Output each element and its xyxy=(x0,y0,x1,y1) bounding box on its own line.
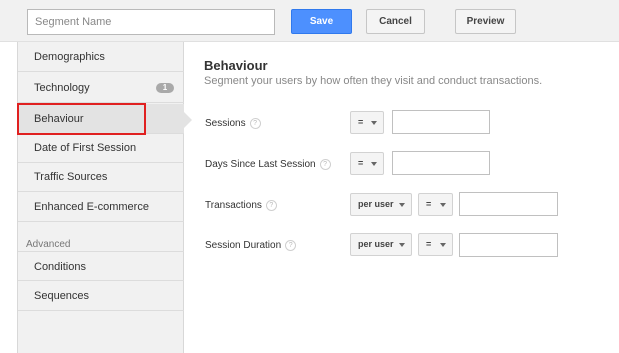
operator-value: = xyxy=(426,239,432,249)
count-badge: 1 xyxy=(156,83,174,93)
operator-value: = xyxy=(358,117,364,127)
sidebar-item-date-of-first-session[interactable]: Date of First Session xyxy=(18,133,184,163)
session-duration-value-input[interactable] xyxy=(459,233,558,257)
days-since-last-session-value-input[interactable] xyxy=(392,151,490,175)
session-duration-operator-select[interactable]: = xyxy=(418,233,453,256)
active-item-pointer xyxy=(184,112,192,128)
segment-name-input[interactable] xyxy=(27,9,275,35)
sidebar-item-label: Sequences xyxy=(34,290,90,302)
preview-button[interactable]: Preview xyxy=(455,9,516,34)
cancel-button[interactable]: Cancel xyxy=(366,9,425,34)
row-label-text: Sessions xyxy=(205,118,246,130)
sidebar-item-conditions[interactable]: Conditions xyxy=(18,251,184,281)
chevron-down-icon xyxy=(399,203,405,207)
sidebar-item-label: Date of First Session xyxy=(34,142,137,154)
sessions-label: Sessions? xyxy=(205,118,261,129)
sidebar-item-label: Behaviour xyxy=(34,113,84,125)
sidebar-item-technology[interactable]: Technology 1 xyxy=(18,73,184,103)
chevron-down-icon xyxy=(440,203,446,207)
sidebar-item-label: Traffic Sources xyxy=(34,171,108,183)
chevron-down-icon xyxy=(440,243,446,247)
category-sidebar: Demographics Technology 1 Behaviour Date … xyxy=(17,42,184,353)
sidebar-item-demographics[interactable]: Demographics xyxy=(18,42,184,72)
scope-value: per user xyxy=(358,239,394,249)
sidebar-item-enhanced-ecommerce[interactable]: Enhanced E-commerce xyxy=(18,192,184,222)
transactions-label: Transactions? xyxy=(205,200,277,211)
page-subtitle: Segment your users by how often they vis… xyxy=(204,75,543,87)
help-icon[interactable]: ? xyxy=(319,159,331,170)
operator-value: = xyxy=(358,158,364,168)
help-icon[interactable]: ? xyxy=(249,118,261,129)
session-duration-label: Session Duration? xyxy=(205,240,297,252)
help-icon[interactable]: ? xyxy=(265,200,277,211)
sessions-value-input[interactable] xyxy=(392,110,490,134)
sidebar-item-sequences[interactable]: Sequences xyxy=(18,281,184,311)
sidebar-item-behaviour[interactable]: Behaviour xyxy=(18,104,184,134)
sidebar-item-label: Conditions xyxy=(34,261,86,273)
advanced-section-label: Advanced xyxy=(26,239,71,250)
row-label-text: Transactions xyxy=(205,200,262,212)
chevron-down-icon xyxy=(371,121,377,125)
save-button[interactable]: Save xyxy=(291,9,352,34)
transactions-scope-select[interactable]: per user xyxy=(350,193,412,216)
row-label-text: Days Since Last Session xyxy=(205,159,316,171)
chevron-down-icon xyxy=(371,162,377,166)
sidebar-item-label: Enhanced E-commerce xyxy=(34,201,149,213)
operator-value: = xyxy=(426,199,432,209)
page-title: Behaviour xyxy=(204,58,268,73)
sidebar-item-label: Technology xyxy=(34,82,90,94)
sessions-operator-select[interactable]: = xyxy=(350,111,384,134)
row-label-text: Session Duration xyxy=(205,240,282,252)
sidebar-item-label: Demographics xyxy=(34,51,105,63)
days-since-last-session-operator-select[interactable]: = xyxy=(350,152,384,175)
sidebar-item-traffic-sources[interactable]: Traffic Sources xyxy=(18,162,184,192)
session-duration-scope-select[interactable]: per user xyxy=(350,233,412,256)
chevron-down-icon xyxy=(399,243,405,247)
days-since-last-session-label: Days Since Last Session? xyxy=(205,159,331,170)
segment-toolbar: Save Cancel Preview xyxy=(0,0,619,42)
transactions-operator-select[interactable]: = xyxy=(418,193,453,216)
transactions-value-input[interactable] xyxy=(459,192,558,216)
help-icon[interactable]: ? xyxy=(285,240,297,251)
scope-value: per user xyxy=(358,199,394,209)
